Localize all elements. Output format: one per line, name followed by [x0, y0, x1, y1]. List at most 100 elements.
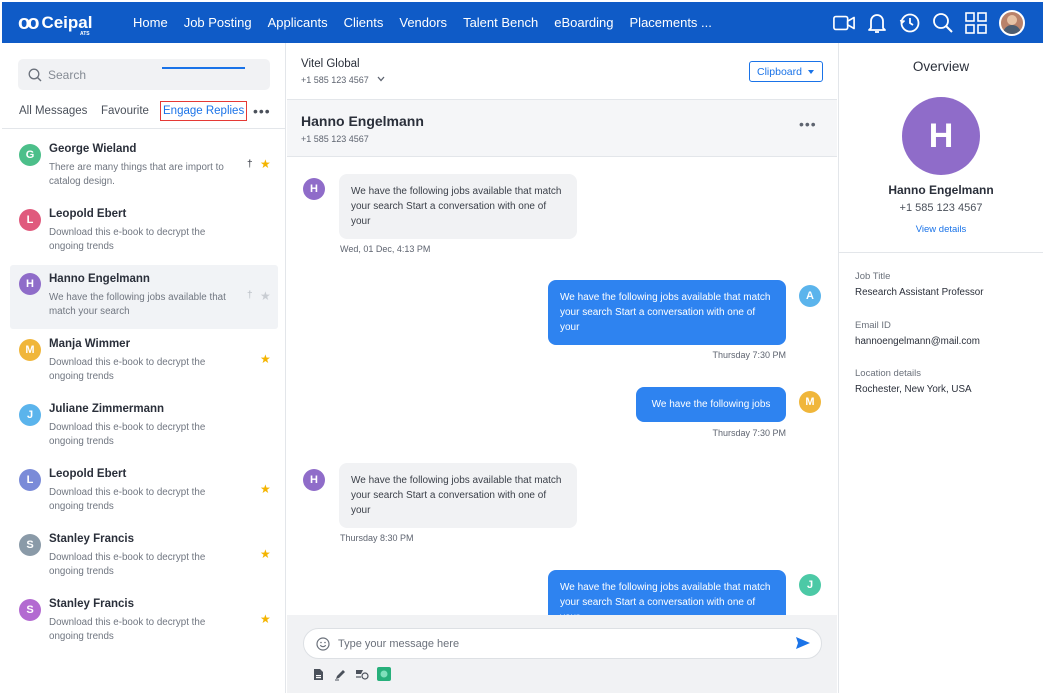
contact-list-item[interactable]: S Stanley Francis Download this e-book to … [10, 595, 278, 657]
more-options-icon[interactable]: ••• [253, 103, 271, 119]
template-icon[interactable] [355, 667, 369, 681]
nav-home[interactable]: Home [133, 15, 168, 30]
tab-engage-replies[interactable]: Engage Replies [160, 101, 248, 121]
pin-icon[interactable]: † [247, 290, 253, 301]
message-composer: Type your message here [287, 615, 837, 693]
bell-icon[interactable] [866, 12, 888, 34]
location-label: Location details [855, 368, 922, 379]
top-navbar: oo Ceipal ATS Home Job Posting Applicant… [2, 2, 1043, 43]
logo-subtext: ATS [80, 31, 90, 37]
star-icon[interactable]: ★ [260, 352, 271, 366]
contact-name: Leopold Ebert [49, 208, 127, 220]
history-icon[interactable] [899, 12, 921, 34]
star-icon[interactable]: ★ [260, 157, 271, 171]
contact-preview: There are many things that are import to… [49, 162, 224, 187]
pin-icon[interactable]: † [247, 159, 253, 170]
active-tab-indicator [162, 67, 245, 69]
contact-avatar: L [19, 469, 41, 491]
chat-contact-header: Hanno Engelmann +1 585 123 4567 ••• [287, 100, 837, 157]
contact-list-item[interactable]: G George Wieland There are many things tha… [10, 140, 278, 202]
job-title-value: Research Assistant Professor [855, 287, 984, 298]
send-icon[interactable] [795, 636, 811, 655]
star-icon[interactable]: ★ [260, 482, 271, 496]
message-bubble[interactable]: We have the following jobs available tha… [548, 570, 786, 615]
overview-name: Hanno Engelmann [888, 183, 994, 197]
view-details-link[interactable]: View details [839, 224, 1043, 235]
chat-contact-name: Hanno Engelmann [301, 113, 424, 129]
divider [2, 128, 285, 129]
contact-name: Leopold Ebert [49, 468, 127, 480]
conversation-list-panel: Search All Messages Favourite Engage Rep… [2, 43, 286, 693]
message-avatar: H [303, 178, 325, 200]
chat-account-header: Vitel Global +1 585 123 4567 Clipboard [287, 43, 837, 100]
chevron-down-icon[interactable] [377, 74, 385, 84]
email-value: hannoengelmann@mail.com [855, 336, 980, 347]
emoji-icon[interactable] [316, 636, 330, 651]
search-input[interactable]: Search [18, 59, 270, 90]
nav-vendors[interactable]: Vendors [399, 15, 447, 30]
contact-list-item[interactable]: S Stanley Francis Download this e-book to … [10, 530, 278, 592]
message-bubble[interactable]: We have the following jobs available tha… [548, 280, 786, 345]
star-icon[interactable]: ★ [260, 289, 271, 303]
search-icon[interactable] [932, 12, 954, 34]
chat-contact-phone: +1 585 123 4567 [301, 134, 369, 144]
contact-name: Stanley Francis [49, 598, 135, 610]
clipboard-button[interactable]: Clipboard [749, 61, 823, 82]
document-icon[interactable] [311, 667, 325, 681]
logo-text: Ceipal [41, 13, 93, 32]
contact-avatar: L [19, 209, 41, 231]
contact-preview: Download this e-book to decrypt the ongo… [49, 227, 206, 252]
contact-preview: We have the following jobs available tha… [49, 292, 226, 317]
divider [839, 252, 1043, 253]
contact-preview: Download this e-book to decrypt the ongo… [49, 422, 206, 447]
contact-avatar: H [902, 97, 980, 175]
message-avatar: A [799, 285, 821, 307]
message-avatar: J [799, 574, 821, 596]
message-bubble[interactable]: We have the following jobs available tha… [339, 463, 577, 528]
contact-preview: Download this e-book to decrypt the ongo… [49, 487, 206, 512]
star-icon[interactable]: ★ [260, 612, 271, 626]
pen-icon[interactable] [333, 667, 347, 681]
nav-applicants[interactable]: Applicants [268, 15, 328, 30]
account-name[interactable]: Vitel Global [301, 58, 360, 70]
message-bubble[interactable]: We have the following jobs [636, 387, 786, 422]
message-timestamp: Wed, 01 Dec, 4:13 PM [340, 244, 431, 254]
nav-job-posting[interactable]: Job Posting [184, 15, 252, 30]
nav-clients[interactable]: Clients [344, 15, 384, 30]
user-avatar[interactable] [999, 9, 1025, 36]
ceipal-logo[interactable]: oo Ceipal ATS [18, 11, 93, 37]
email-label: Email ID [855, 320, 891, 331]
tab-favourite[interactable]: Favourite [101, 105, 149, 117]
message-thread[interactable]: H We have the following jobs available th… [287, 157, 837, 615]
account-phone[interactable]: +1 585 123 4567 [301, 75, 369, 85]
grid-icon[interactable] [965, 11, 987, 34]
clipboard-label: Clipboard [757, 65, 802, 78]
contact-list-item[interactable]: J Juliane Zimmermann Download this e-book … [10, 400, 278, 462]
nav-eboarding[interactable]: eBoarding [554, 15, 613, 30]
overview-title: Overview [912, 59, 970, 74]
contact-list-item[interactable]: L Leopold Ebert Download this e-book to de… [10, 465, 278, 527]
contact-preview: Download this e-book to decrypt the ongo… [49, 552, 206, 577]
contact-list-item[interactable]: L Leopold Ebert Download this e-book to de… [10, 205, 278, 267]
search-icon [28, 68, 42, 81]
search-placeholder: Search [48, 67, 87, 82]
contact-list-item[interactable]: H Hanno Engelmann We have the following jo… [10, 265, 278, 329]
overview-panel: Overview H Hanno Engelmann +1 585 123 45… [838, 43, 1043, 693]
tab-all-messages[interactable]: All Messages [19, 105, 87, 117]
contact-avatar: M [19, 339, 41, 361]
more-options-icon[interactable]: ••• [799, 116, 817, 132]
contact-preview: Download this e-book to decrypt the ongo… [49, 357, 206, 382]
message-bubble[interactable]: We have the following jobs available tha… [339, 174, 577, 239]
star-icon[interactable]: ★ [260, 547, 271, 561]
nav-talent-bench[interactable]: Talent Bench [463, 15, 538, 30]
contact-name: Stanley Francis [49, 533, 135, 545]
overview-phone: +1 585 123 4567 [899, 202, 983, 214]
message-input[interactable]: Type your message here [303, 628, 822, 659]
contact-list-item[interactable]: M Manja Wimmer Download this e-book to dec… [10, 335, 278, 397]
nav-icons [822, 2, 1025, 43]
location-value: Rochester, New York, USA [855, 384, 972, 395]
nav-placements[interactable]: Placements ... [630, 15, 712, 30]
app-icon[interactable] [377, 667, 391, 681]
video-icon[interactable] [833, 12, 855, 34]
contact-name: Hanno Engelmann [49, 273, 150, 285]
